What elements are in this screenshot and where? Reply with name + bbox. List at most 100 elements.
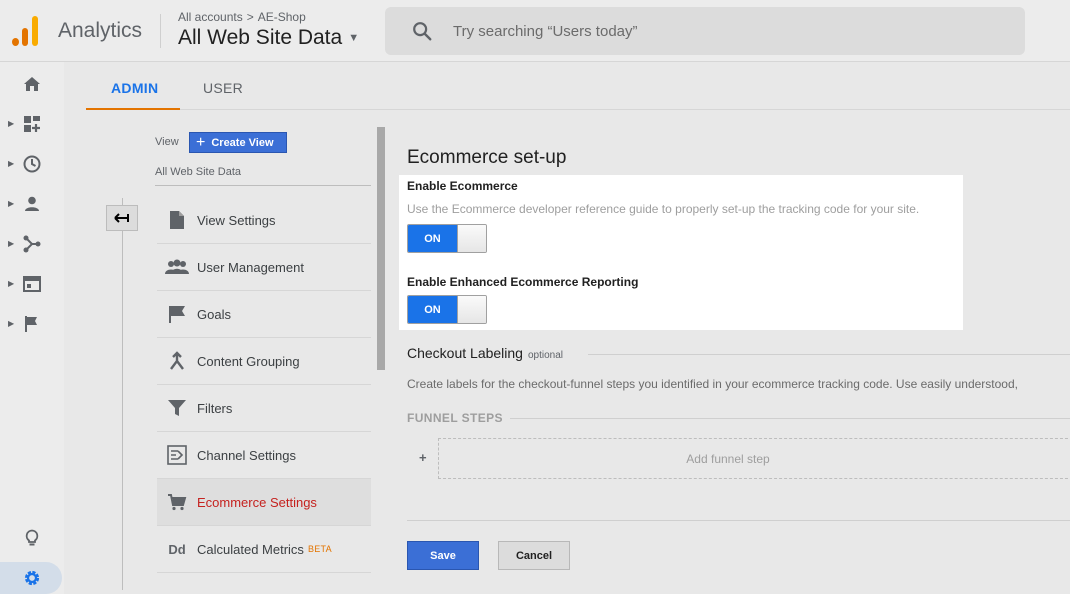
menu-item-filters[interactable]: Filters <box>157 385 371 432</box>
people-icon <box>165 259 189 274</box>
rail-discover[interactable] <box>0 518 64 558</box>
rail-customization[interactable]: ▶ <box>0 104 64 144</box>
menu-item-channel-settings[interactable]: Channel Settings <box>157 432 371 479</box>
breadcrumb-separator: > <box>246 10 254 24</box>
expand-arrow-icon: ▶ <box>8 199 15 208</box>
property-selector[interactable]: All Web Site Data ▼ <box>178 26 359 50</box>
property-name: All Web Site Data <box>178 26 343 49</box>
column-scrollbar[interactable] <box>377 127 385 370</box>
expand-arrow-icon: ▶ <box>8 279 15 288</box>
save-button[interactable]: Save <box>407 541 479 570</box>
admin-user-tabs: ADMIN USER <box>86 62 1070 110</box>
menu-item-goals[interactable]: Goals <box>157 291 371 338</box>
rail-behavior[interactable]: ▶ <box>0 264 64 304</box>
menu-item-content-grouping[interactable]: Content Grouping <box>157 338 371 385</box>
enable-ecommerce-toggle[interactable]: ON <box>407 224 487 253</box>
funnel-steps-label: FUNNEL STEPS <box>407 411 503 425</box>
arrow-back-icon <box>114 213 129 223</box>
rail-admin[interactable] <box>0 558 64 594</box>
add-step-plus-icon[interactable]: + <box>419 450 427 465</box>
app-title: Analytics <box>58 19 143 42</box>
beta-badge: BETA <box>307 544 332 554</box>
create-view-label: Create View <box>211 136 274 149</box>
tree-line <box>122 198 123 590</box>
breadcrumb[interactable]: All accounts > AE-Shop <box>178 10 306 24</box>
expand-arrow-icon: ▶ <box>8 159 15 168</box>
view-divider <box>155 185 371 186</box>
caret-down-icon: ▼ <box>348 32 360 44</box>
acquisition-icon <box>23 235 41 253</box>
menu-item-label: Filters <box>197 400 233 416</box>
rail-realtime[interactable]: ▶ <box>0 144 64 184</box>
rail-home[interactable] <box>0 64 64 104</box>
toggle-knob <box>457 296 486 323</box>
menu-item-label: User Management <box>197 259 304 275</box>
rail-audience[interactable]: ▶ <box>0 184 64 224</box>
lightbulb-icon <box>25 529 39 546</box>
toggle-knob <box>457 225 486 252</box>
menu-item-ecommerce-settings[interactable]: Ecommerce Settings <box>157 479 371 526</box>
channel-icon <box>167 445 187 465</box>
header-divider <box>160 14 161 48</box>
menu-item-label: View Settings <box>197 212 276 228</box>
rail-conversions[interactable]: ▶ <box>0 304 64 344</box>
funnel-divider <box>510 418 1070 419</box>
enhanced-ecommerce-label: Enable Enhanced Ecommerce Reporting <box>407 275 639 289</box>
left-rail: ▶ ▶ ▶ ▶ ▶ ▶ <box>0 62 64 594</box>
add-funnel-step-button[interactable]: Add funnel step <box>438 438 1070 479</box>
top-header: Analytics All accounts > AE-Shop All Web… <box>0 0 1070 62</box>
rail-acquisition[interactable]: ▶ <box>0 224 64 264</box>
optional-tag: optional <box>527 350 564 361</box>
flag-icon <box>169 306 185 323</box>
gear-icon <box>24 570 40 586</box>
home-icon <box>24 77 40 91</box>
breadcrumb-all-accounts[interactable]: All accounts <box>178 10 243 24</box>
search-bar[interactable]: Try searching “Users today” <box>385 7 1025 55</box>
enhanced-ecommerce-toggle[interactable]: ON <box>407 295 487 324</box>
view-column-label: View <box>155 136 179 148</box>
dd-icon: Dd <box>168 541 186 557</box>
content-grouping-icon <box>170 351 184 370</box>
actions-divider <box>407 520 1070 521</box>
cancel-button[interactable]: Cancel <box>498 541 570 570</box>
expand-arrow-icon: ▶ <box>8 319 15 328</box>
clock-icon <box>23 155 41 173</box>
checkout-divider <box>588 354 1070 355</box>
menu-item-calculated-metrics[interactable]: Dd Calculated Metrics BETA <box>157 526 371 573</box>
breadcrumb-account[interactable]: AE-Shop <box>258 10 306 24</box>
menu-item-label: Channel Settings <box>197 447 297 463</box>
plus-icon: + <box>196 133 206 151</box>
flag-icon <box>25 316 37 332</box>
menu-item-user-management[interactable]: User Management <box>157 244 371 291</box>
person-icon <box>25 196 39 211</box>
search-icon <box>413 22 432 41</box>
menu-item-label: Goals <box>197 306 231 322</box>
menu-item-label: Content Grouping <box>197 353 300 369</box>
toggle-on-label: ON <box>408 225 457 252</box>
expand-arrow-icon: ▶ <box>8 239 15 248</box>
tab-user[interactable]: USER <box>203 80 243 96</box>
checkout-labeling-title: Checkout Labeling <box>407 345 523 361</box>
create-view-button[interactable]: + Create View <box>189 132 287 153</box>
document-icon <box>170 211 184 229</box>
cart-icon <box>168 494 187 511</box>
view-selector[interactable]: All Web Site Data <box>155 166 241 178</box>
dashboard-icon <box>24 116 40 132</box>
filter-icon <box>168 400 186 416</box>
active-tab-indicator <box>86 108 180 110</box>
menu-item-label: Calculated Metrics <box>197 541 304 557</box>
checkout-labeling-heading: Checkout Labeling optional <box>407 345 563 361</box>
toggle-on-label: ON <box>408 296 457 323</box>
behavior-icon <box>23 276 41 292</box>
menu-item-view-settings[interactable]: View Settings <box>157 197 371 244</box>
collapse-column-button[interactable] <box>106 205 138 231</box>
enable-ecommerce-label: Enable Ecommerce <box>407 179 518 193</box>
expand-arrow-icon: ▶ <box>8 119 15 128</box>
checkout-description: Create labels for the checkout-funnel st… <box>407 377 1018 391</box>
menu-item-label: Ecommerce Settings <box>197 494 317 510</box>
tab-admin[interactable]: ADMIN <box>111 80 158 96</box>
search-placeholder: Try searching “Users today” <box>453 23 638 40</box>
page-title: Ecommerce set-up <box>407 147 567 168</box>
analytics-logo-icon[interactable] <box>12 16 42 46</box>
enable-ecommerce-description: Use the Ecommerce developer reference gu… <box>407 202 920 216</box>
